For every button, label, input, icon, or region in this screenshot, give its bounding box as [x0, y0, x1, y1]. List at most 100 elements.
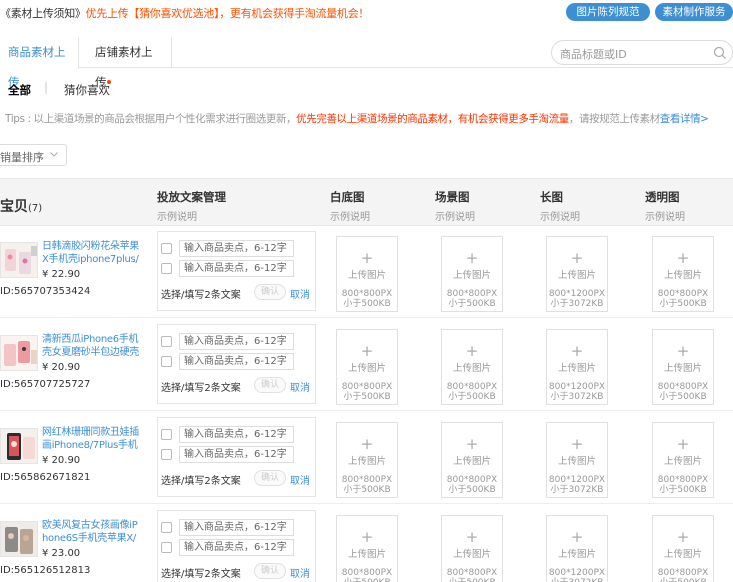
upload-label: 上传图片 — [347, 363, 386, 374]
upload-scene-image[interactable]: + 上传图片 800*800PX小于500KB — [441, 515, 503, 582]
plus-icon: + — [570, 342, 584, 360]
upload-white-image[interactable]: + 上传图片 800*800PX小于500KB — [336, 422, 398, 498]
confirm-button[interactable]: 确认 — [254, 563, 286, 579]
confirm-button[interactable]: 确认 — [254, 284, 286, 300]
product-thumbnail[interactable] — [0, 335, 38, 371]
copy-editor: 输入商品卖点，6-12字 输入商品卖点，6-12字 选择/填写2条文案 确认 取… — [157, 510, 316, 582]
upload-label: 上传图片 — [452, 363, 491, 374]
copy-hint: 选择/填写2条文案 — [161, 476, 241, 487]
cancel-link[interactable]: 取消 — [290, 472, 310, 487]
product-title-link[interactable]: 欧美风复古女孩画像iPhone6S手机壳苹果X/7Pl — [42, 519, 142, 545]
product-id: ID:565126512813 — [0, 565, 91, 576]
upload-transparent-image[interactable]: + 上传图片 800*800PX小于500KB — [652, 422, 714, 498]
search-input[interactable]: 商品标题或ID — [551, 40, 733, 65]
header-scene-example[interactable]: 示例说明 — [435, 208, 475, 223]
upload-spec-dims: 800*1200PX — [548, 475, 606, 485]
product-title-link[interactable]: 清新西瓜iPhone6手机壳女夏磨砂半包边硬壳7pl — [42, 333, 142, 359]
upload-white-image[interactable]: + 上传图片 800*800PX小于500KB — [336, 329, 398, 405]
sort-dropdown[interactable]: 销量排序 — [0, 144, 67, 166]
upload-spec-size: 小于500KB — [448, 485, 496, 495]
tab-product-material[interactable]: 商品素材上传 — [0, 37, 79, 89]
product-thumbnail[interactable] — [0, 521, 38, 557]
tab-shop-material[interactable]: 店铺素材上传 — [79, 37, 172, 89]
display-spec-button[interactable]: 图片陈列规范 — [566, 3, 650, 21]
product-price: ¥ 20.90 — [42, 362, 81, 373]
tips-part1: Tips : 以上渠道场景的商品会根据用户个性化需求进行圈选更新， — [5, 113, 297, 125]
upload-spec-size: 小于500KB — [448, 392, 496, 402]
new-dot-icon — [107, 80, 111, 84]
upload-long-image[interactable]: + 上传图片 800*1200PX小于3072KB — [546, 329, 608, 405]
upload-label: 上传图片 — [557, 456, 596, 467]
tips-detail-link[interactable]: 查看详情> — [660, 113, 709, 125]
copy-input-2[interactable]: 输入商品卖点，6-12字 — [179, 260, 294, 277]
copy-checkbox-1[interactable] — [161, 243, 172, 254]
upload-spec: 800*1200PX小于3072KB — [547, 382, 607, 402]
product-id: ID:565862671821 — [0, 472, 91, 483]
search-icon[interactable] — [712, 45, 728, 61]
plus-icon: + — [465, 435, 479, 453]
copy-checkbox-2[interactable] — [161, 263, 172, 274]
tips-highlight: 优先完善以上渠道场景的商品素材，有机会获得更多手淘流量 — [296, 113, 569, 125]
copy-input-2[interactable]: 输入商品卖点，6-12字 — [179, 539, 294, 556]
product-title-link[interactable]: 日韩滴胶闪粉花朵苹果X手机壳iphone7plus/8/6 — [42, 240, 142, 266]
header-white: 白底图 示例说明 — [330, 189, 370, 223]
upload-label: 上传图片 — [347, 456, 386, 467]
filter-all[interactable]: 全部 — [8, 82, 31, 98]
copy-checkbox-1[interactable] — [161, 522, 172, 533]
upload-label: 上传图片 — [347, 270, 386, 281]
product-thumbnail[interactable] — [0, 242, 38, 278]
upload-long-image[interactable]: + 上传图片 800*1200PX小于3072KB — [546, 515, 608, 582]
upload-spec: 800*1200PX小于3072KB — [547, 289, 607, 309]
product-title-link[interactable]: 网红林珊珊同款丑娃插画iPhone8/7Plus手机壳 — [42, 426, 142, 452]
header-product: 宝贝(7) — [0, 196, 42, 216]
upload-spec-size: 小于500KB — [343, 392, 391, 402]
copy-input-1[interactable]: 输入商品卖点，6-12字 — [179, 426, 294, 443]
copy-input-2[interactable]: 输入商品卖点，6-12字 — [179, 353, 294, 370]
product-thumbnail[interactable] — [0, 428, 38, 464]
upload-white-image[interactable]: + 上传图片 800*800PX小于500KB — [336, 515, 398, 582]
upload-transparent-image[interactable]: + 上传图片 800*800PX小于500KB — [652, 515, 714, 582]
upload-long-image[interactable]: + 上传图片 800*1200PX小于3072KB — [546, 422, 608, 498]
upload-scene-image[interactable]: + 上传图片 800*800PX小于500KB — [441, 422, 503, 498]
upload-spec: 800*800PX小于500KB — [442, 475, 502, 495]
upload-spec-dims: 800*800PX — [446, 475, 498, 485]
upload-transparent-image[interactable]: + 上传图片 800*800PX小于500KB — [652, 329, 714, 405]
copy-input-1[interactable]: 输入商品卖点，6-12字 — [179, 333, 294, 350]
cancel-link[interactable]: 取消 — [290, 565, 310, 580]
copy-checkbox-1[interactable] — [161, 336, 172, 347]
copy-checkbox-2[interactable] — [161, 356, 172, 367]
copy-checkbox-2[interactable] — [161, 542, 172, 553]
header-scene: 场景图 示例说明 — [435, 189, 475, 223]
upload-spec-size: 小于500KB — [659, 485, 707, 495]
upload-transparent-image[interactable]: + 上传图片 800*800PX小于500KB — [652, 236, 714, 312]
material-service-button[interactable]: 素材制作服务 — [655, 3, 733, 21]
upload-spec-size: 小于3072KB — [550, 392, 604, 402]
upload-label: 上传图片 — [557, 549, 596, 560]
cancel-link[interactable]: 取消 — [290, 379, 310, 394]
header-copy-example[interactable]: 示例说明 — [157, 208, 226, 223]
cancel-link[interactable]: 取消 — [290, 286, 310, 301]
upload-scene-image[interactable]: + 上传图片 800*800PX小于500KB — [441, 236, 503, 312]
plus-icon: + — [360, 435, 374, 453]
confirm-button[interactable]: 确认 — [254, 377, 286, 393]
copy-input-1[interactable]: 输入商品卖点，6-12字 — [179, 240, 294, 257]
notice-link[interactable]: 《素材上传须知》 — [0, 7, 86, 20]
copy-input-1[interactable]: 输入商品卖点，6-12字 — [179, 519, 294, 536]
copy-checkbox-2[interactable] — [161, 449, 172, 460]
upload-spec-dims: 800*800PX — [657, 568, 709, 578]
header-white-example[interactable]: 示例说明 — [330, 208, 370, 223]
filter-guess-you-like[interactable]: 猜你喜欢 — [64, 82, 110, 98]
upload-spec-dims: 800*1200PX — [548, 568, 606, 578]
copy-editor: 输入商品卖点，6-12字 输入商品卖点，6-12字 选择/填写2条文案 确认 取… — [157, 231, 316, 311]
upload-white-image[interactable]: + 上传图片 800*800PX小于500KB — [336, 236, 398, 312]
upload-long-image[interactable]: + 上传图片 800*1200PX小于3072KB — [546, 236, 608, 312]
header-transparent-example[interactable]: 示例说明 — [645, 208, 685, 223]
copy-input-2[interactable]: 输入商品卖点，6-12字 — [179, 446, 294, 463]
header-long-example[interactable]: 示例说明 — [540, 208, 580, 223]
copy-checkbox-1[interactable] — [161, 429, 172, 440]
confirm-button[interactable]: 确认 — [254, 470, 286, 486]
upload-scene-image[interactable]: + 上传图片 800*800PX小于500KB — [441, 329, 503, 405]
plus-icon: + — [465, 249, 479, 267]
upload-spec-size: 小于500KB — [343, 299, 391, 309]
header-product-label: 宝贝 — [0, 199, 28, 215]
